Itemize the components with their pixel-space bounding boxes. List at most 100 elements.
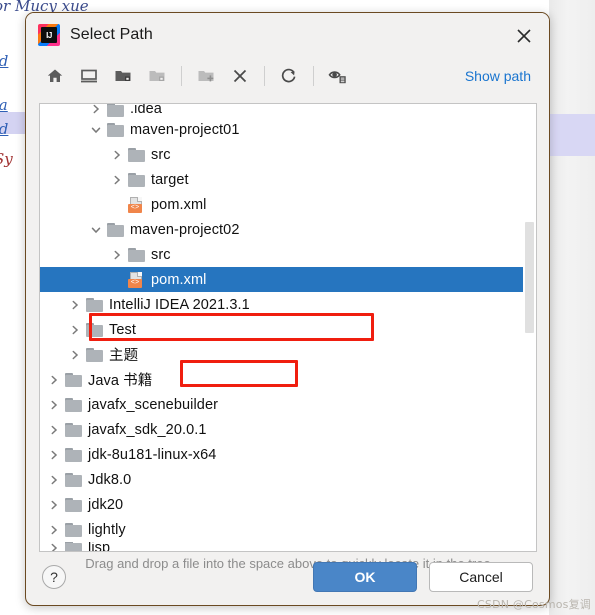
directory-tree[interactable]: .idea maven-project01 src target <> pom.xml ma… xyxy=(40,104,536,551)
background-code-line-4: id xyxy=(0,120,8,138)
tree-item-label: target xyxy=(151,171,189,188)
chevron-down-icon[interactable] xyxy=(88,122,104,138)
folder-icon xyxy=(86,297,103,312)
tree-item-label: .idea xyxy=(130,104,162,117)
tree-item-label: javafx_scenebuilder xyxy=(88,396,219,413)
folder-icon xyxy=(65,447,82,462)
tree-item-label: src xyxy=(151,146,171,163)
tree-row[interactable]: src xyxy=(40,242,536,267)
csdn-watermark: CSDN @Cosmos复调 xyxy=(477,598,591,611)
background-code-line-2: id xyxy=(0,52,8,70)
project-folder-icon[interactable] xyxy=(108,62,138,90)
folder-icon xyxy=(128,247,145,262)
chevron-right-icon[interactable] xyxy=(46,472,62,488)
tree-row[interactable]: Jdk8.0 xyxy=(40,467,536,492)
tree-item-label: maven-project01 xyxy=(130,121,240,138)
tree-row[interactable]: lightly xyxy=(40,517,536,542)
xml-file-icon: <> xyxy=(128,196,145,213)
chevron-right-icon[interactable] xyxy=(46,447,62,463)
folder-icon xyxy=(65,497,82,512)
folder-icon xyxy=(65,422,82,437)
folder-icon xyxy=(65,472,82,487)
tree-row[interactable]: jdk-8u181-linux-x64 xyxy=(40,442,536,467)
folder-icon xyxy=(65,397,82,412)
tree-scrollbar-thumb[interactable] xyxy=(525,222,534,333)
new-folder-icon xyxy=(191,62,221,90)
toolbar-separator-2 xyxy=(264,66,265,86)
tree-row[interactable]: maven-project02 xyxy=(40,217,536,242)
folder-icon xyxy=(107,104,124,117)
desktop-icon[interactable] xyxy=(74,62,104,90)
tree-row[interactable]: Test xyxy=(40,317,536,342)
dialog-titlebar: IJ Select Path xyxy=(26,13,549,57)
home-icon[interactable] xyxy=(40,62,70,90)
chevron-right-icon[interactable] xyxy=(46,372,62,388)
chevron-right-icon[interactable] xyxy=(109,172,125,188)
folder-icon xyxy=(128,172,145,187)
tree-item-label: lightly xyxy=(88,521,126,538)
tree-row[interactable]: jdk20 xyxy=(40,492,536,517)
chevron-down-icon[interactable] xyxy=(88,222,104,238)
chevron-right-icon[interactable] xyxy=(67,347,83,363)
intellij-idea-icon: IJ xyxy=(38,24,60,46)
xml-file-icon: <> xyxy=(128,271,145,288)
tree-item-label: maven-project02 xyxy=(130,221,240,238)
chevron-right-icon[interactable] xyxy=(46,497,62,513)
tree-item-label: IntelliJ IDEA 2021.3.1 xyxy=(109,296,250,313)
chevron-right-icon[interactable] xyxy=(109,247,125,263)
chevron-right-icon[interactable] xyxy=(67,297,83,313)
tree-row[interactable]: javafx_sdk_20.0.1 xyxy=(40,417,536,442)
toolbar-separator-3 xyxy=(313,66,314,86)
select-path-dialog: IJ Select Path Show path .idea maven-pro… xyxy=(25,12,550,606)
tree-row[interactable]: target xyxy=(40,167,536,192)
folder-icon xyxy=(86,347,103,362)
folder-icon xyxy=(107,222,124,237)
tree-item-label: pom.xml xyxy=(151,271,207,288)
tree-item-label: src xyxy=(151,246,171,263)
tree-row[interactable]: Java 书籍 xyxy=(40,367,536,392)
chevron-right-icon[interactable] xyxy=(109,147,125,163)
refresh-icon[interactable] xyxy=(274,62,304,90)
tree-row[interactable]: IntelliJ IDEA 2021.3.1 xyxy=(40,292,536,317)
tree-item-label: jdk20 xyxy=(88,496,124,513)
folder-icon xyxy=(107,122,124,137)
chevron-right-icon[interactable] xyxy=(46,522,62,538)
tree-row[interactable]: src xyxy=(40,142,536,167)
chevron-right-icon[interactable] xyxy=(67,322,83,338)
footer-button-group: OK Cancel xyxy=(313,562,533,592)
cancel-button[interactable]: Cancel xyxy=(429,562,533,592)
help-button[interactable]: ? xyxy=(42,565,66,589)
dialog-title: Select Path xyxy=(70,26,153,43)
tree-item-label: jdk-8u181-linux-x64 xyxy=(88,446,217,463)
show-hidden-icon[interactable] xyxy=(323,62,353,90)
tree-row[interactable]: 主题 xyxy=(40,342,536,367)
background-code-line-3: la xyxy=(0,96,8,114)
tree-item-label: pom.xml xyxy=(151,196,207,213)
tree-row[interactable]: .idea xyxy=(40,104,536,117)
delete-icon[interactable] xyxy=(225,62,255,90)
tree-vertical-scrollbar[interactable] xyxy=(523,104,536,551)
tree-row[interactable]: maven-project01 xyxy=(40,117,536,142)
background-code-line-5: Sy xyxy=(0,150,13,168)
tree-item-label: Test xyxy=(109,321,136,338)
tree-row[interactable]: javafx_scenebuilder xyxy=(40,392,536,417)
ok-button[interactable]: OK xyxy=(313,562,417,592)
folder-icon xyxy=(128,147,145,162)
folder-icon xyxy=(86,322,103,337)
directory-tree-panel: .idea maven-project01 src target <> pom.xml ma… xyxy=(39,103,537,552)
folder-icon xyxy=(65,522,82,537)
background-right-highlight xyxy=(549,114,595,156)
tree-row[interactable]: <> pom.xml xyxy=(40,192,536,217)
toolbar-separator-1 xyxy=(181,66,182,86)
dialog-toolbar: Show path xyxy=(26,57,549,95)
show-path-link[interactable]: Show path xyxy=(465,68,531,84)
chevron-right-icon[interactable] xyxy=(46,422,62,438)
close-icon[interactable] xyxy=(513,25,535,47)
chevron-right-icon[interactable] xyxy=(46,397,62,413)
folder-icon xyxy=(65,372,82,387)
tree-item-label: 主题 xyxy=(109,348,139,364)
module-folder-icon xyxy=(142,62,172,90)
chevron-right-icon[interactable] xyxy=(88,104,104,117)
tree-row[interactable]: <> pom.xml xyxy=(40,267,536,292)
tree-item-label: Jdk8.0 xyxy=(88,471,132,488)
